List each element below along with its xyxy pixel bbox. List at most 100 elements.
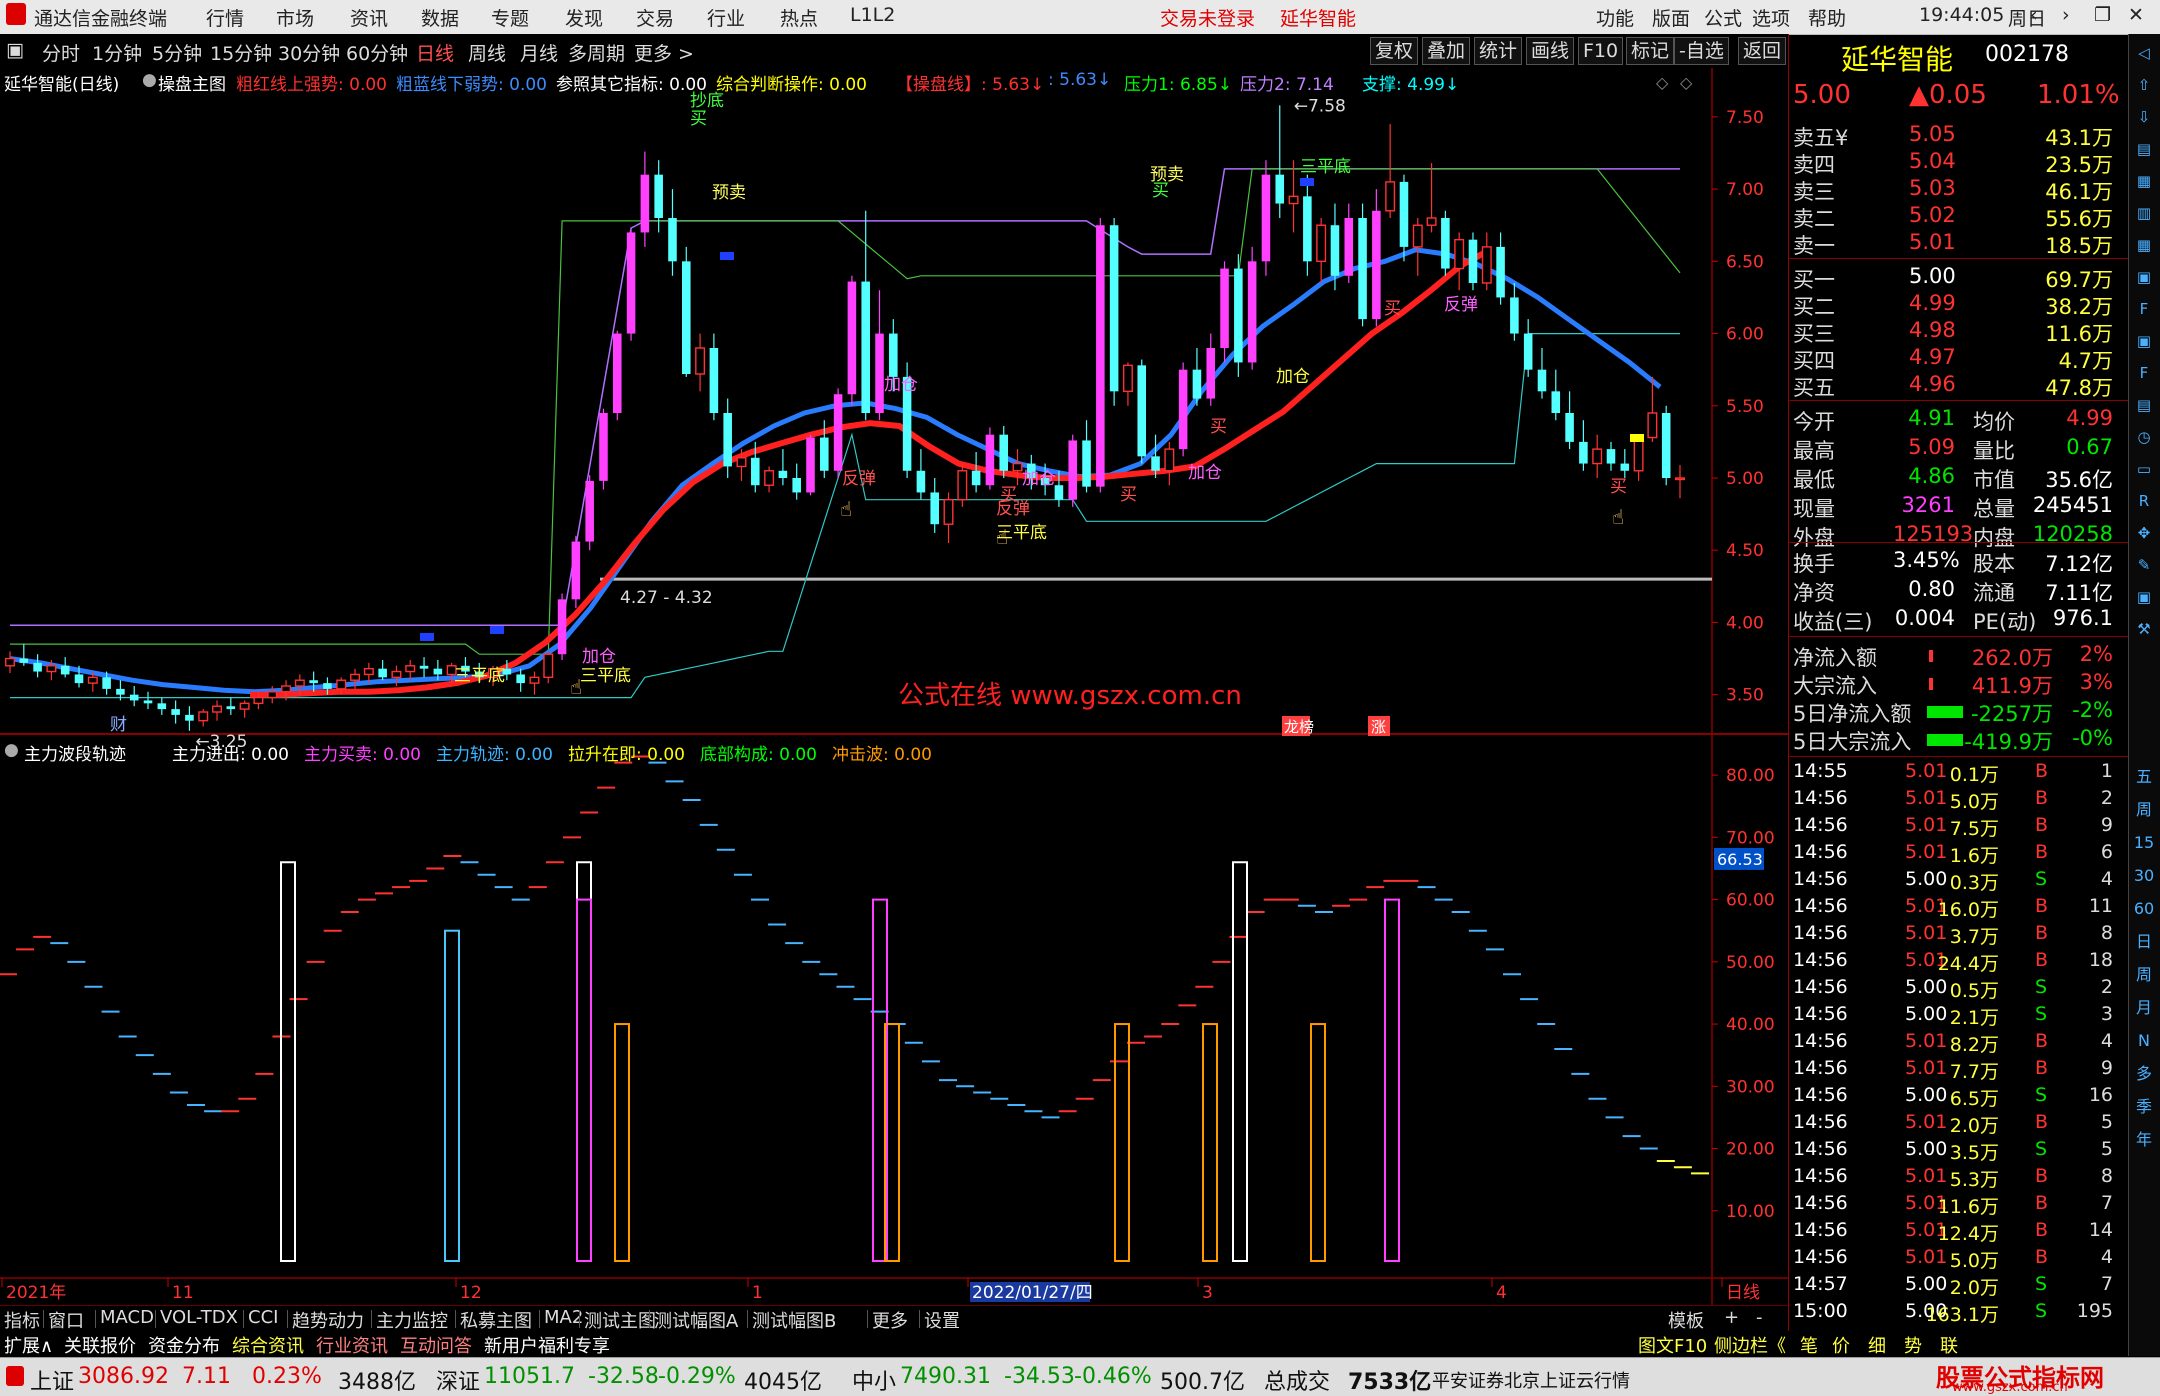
extension-tab[interactable]: 关联报价 — [64, 1332, 136, 1358]
candle[interactable] — [861, 281, 870, 413]
candle[interactable] — [33, 662, 42, 672]
indicator-tab[interactable]: 更多 — [872, 1307, 908, 1333]
candle[interactable] — [1358, 218, 1367, 320]
candle[interactable] — [1164, 448, 1175, 472]
indicator-tab[interactable]: MACD — [100, 1307, 154, 1328]
period-tab[interactable]: 更多 > — [634, 39, 694, 66]
candle[interactable] — [557, 599, 567, 655]
candle[interactable] — [640, 174, 650, 233]
tools-icon[interactable]: ⚒ — [2131, 616, 2157, 642]
candle[interactable] — [60, 665, 70, 675]
period-tab[interactable]: 周线 — [468, 39, 506, 66]
menu-item[interactable]: 专题 — [491, 4, 529, 31]
pen-icon[interactable]: ✎ — [2131, 552, 2157, 578]
candle[interactable] — [999, 434, 1008, 471]
candle[interactable] — [1481, 246, 1492, 284]
indicator-tab[interactable]: CCI — [248, 1307, 278, 1328]
sidebar-period[interactable]: 60 — [2131, 896, 2157, 922]
indicator-circle-icon[interactable]: ● — [4, 740, 19, 760]
toolbar-button[interactable]: -自选 — [1674, 37, 1729, 65]
candle[interactable] — [1620, 463, 1630, 471]
indicator-tab[interactable]: 测试幅图A — [654, 1307, 738, 1333]
extension-tab[interactable]: 行业资讯 — [316, 1332, 388, 1358]
candle[interactable] — [1330, 225, 1340, 276]
ask-row[interactable]: 卖二 5.02 55.6万 — [1789, 203, 2117, 231]
candle[interactable] — [543, 653, 554, 679]
sidebar-period[interactable]: 五 — [2131, 764, 2157, 790]
indicator-tab[interactable]: 设置 — [924, 1307, 960, 1333]
period-tab[interactable]: 多周期 — [568, 39, 625, 66]
forward-arrow-icon[interactable]: › — [2062, 4, 2070, 26]
indicator-tab[interactable]: VOL-TDX — [160, 1307, 238, 1328]
index-name[interactable]: 上证 — [30, 1364, 74, 1396]
candle[interactable] — [1234, 268, 1243, 363]
toolbar-button[interactable]: 画线 — [1526, 37, 1575, 65]
candle[interactable] — [116, 688, 125, 695]
doc-icon[interactable]: ▣ — [2131, 584, 2157, 610]
side-panel-tab[interactable]: 势 — [1904, 1332, 1922, 1358]
candle[interactable] — [378, 668, 387, 678]
candle[interactable] — [363, 667, 374, 676]
candle[interactable] — [654, 174, 663, 218]
period-tab[interactable]: 15分钟 — [210, 39, 272, 66]
candle[interactable] — [889, 333, 898, 377]
candle[interactable] — [129, 694, 139, 701]
indicator-tab[interactable]: 测试主图 — [584, 1307, 656, 1333]
candle[interactable] — [281, 685, 292, 693]
down-arrow-icon[interactable]: ⇩ — [2131, 104, 2157, 130]
index-name[interactable]: 深证 — [436, 1364, 480, 1396]
candle[interactable] — [709, 348, 719, 413]
candle[interactable] — [529, 676, 540, 684]
indicator-tab[interactable]: 测试幅图B — [752, 1307, 836, 1333]
candle[interactable] — [1661, 413, 1671, 478]
chart-icon[interactable]: ▤ — [2131, 392, 2157, 418]
candle[interactable] — [1316, 224, 1327, 263]
candle[interactable] — [1551, 391, 1561, 413]
candle[interactable] — [571, 541, 581, 600]
move-icon[interactable]: ✥ — [2131, 520, 2157, 546]
candle[interactable] — [971, 470, 981, 486]
candle[interactable] — [1399, 181, 1409, 247]
candle[interactable] — [1523, 333, 1533, 370]
extension-tab[interactable]: 综合资讯 — [232, 1332, 304, 1358]
candle[interactable] — [226, 706, 236, 710]
candle[interactable] — [1178, 369, 1188, 450]
candle[interactable] — [1496, 246, 1505, 298]
bid-row[interactable]: 买四 4.97 4.7万 — [1789, 345, 2117, 373]
candle[interactable] — [253, 696, 264, 705]
sidebar-period[interactable]: 年 — [2131, 1127, 2157, 1153]
sidebar-period[interactable]: 15 — [2131, 830, 2157, 856]
candle[interactable] — [171, 709, 180, 715]
candle[interactable] — [1592, 448, 1603, 465]
candle[interactable] — [239, 702, 250, 710]
template-button[interactable]: - — [1756, 1307, 1763, 1328]
expand-icon[interactable]: ◇ — [1680, 73, 1693, 92]
macd-icon[interactable]: ▭ — [2131, 456, 2157, 482]
candle[interactable] — [1206, 348, 1216, 399]
menu-item[interactable]: 市场 — [276, 4, 314, 31]
candle[interactable] — [612, 333, 622, 413]
candle[interactable] — [875, 333, 884, 413]
candle[interactable] — [1441, 218, 1450, 269]
extension-tab[interactable]: 资金分布 — [148, 1332, 220, 1358]
restore-window-icon[interactable]: ❐ — [2094, 4, 2111, 26]
list-icon[interactable]: ▦ — [2131, 168, 2157, 194]
sidebar-period[interactable]: 多 — [2131, 1061, 2157, 1087]
sidebar-period[interactable]: 月 — [2131, 995, 2157, 1021]
right-menu-item[interactable]: 版面 — [1652, 4, 1690, 31]
sidebar-period[interactable]: N — [2131, 1028, 2157, 1054]
candle[interactable] — [309, 680, 318, 684]
candle[interactable] — [1247, 261, 1257, 363]
period-tab[interactable]: 5分钟 — [152, 39, 202, 66]
candle[interactable] — [157, 703, 167, 710]
candle[interactable] — [212, 705, 223, 713]
candle[interactable] — [847, 281, 857, 395]
candle[interactable] — [350, 673, 361, 681]
bid-row[interactable]: 买五 4.96 47.8万 — [1789, 372, 2117, 400]
grid-icon[interactable]: ▣ — [2131, 328, 2157, 354]
chart-icon[interactable]: ▥ — [2131, 200, 2157, 226]
sidebar-period[interactable]: 30 — [2131, 863, 2157, 889]
toolbar-button[interactable]: 统计 — [1474, 37, 1523, 65]
candle[interactable] — [323, 683, 332, 689]
candle[interactable] — [792, 478, 801, 493]
